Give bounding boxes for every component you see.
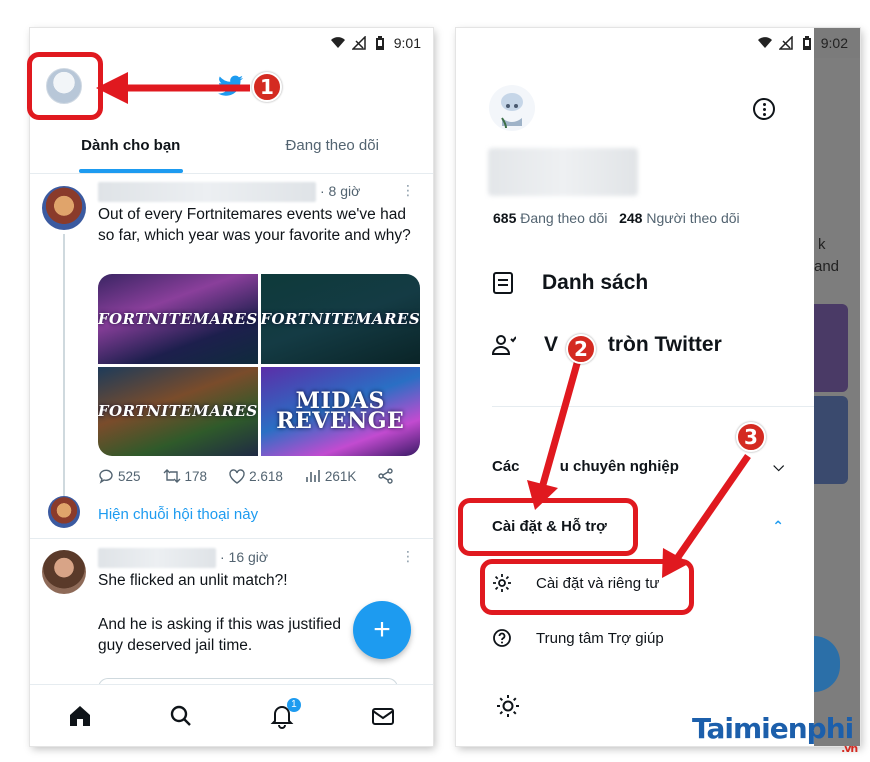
reply-button[interactable]: 525 (98, 468, 141, 484)
behind-image (814, 396, 848, 484)
tweet-time: · 16 giờ (220, 549, 269, 565)
chevron-up-icon: ⌃ (772, 518, 784, 534)
section-professional-tools[interactable]: Các u chuyên nghiệp ⌵ (492, 458, 784, 475)
behind-text: k (818, 236, 826, 253)
divider (492, 406, 814, 407)
no-signal-icon (351, 36, 366, 50)
thread-line (63, 234, 65, 496)
no-signal-icon (778, 36, 793, 50)
tab-for-you[interactable]: Dành cho bạn (30, 118, 232, 173)
reply-count: 525 (118, 468, 141, 484)
divider (30, 538, 433, 539)
tweet-more-icon[interactable]: ⋮ (401, 548, 415, 565)
tab-following[interactable]: Đang theo dõi (232, 118, 434, 173)
menu-item-lists[interactable]: Danh sách (492, 271, 648, 295)
following-label[interactable]: Đang theo dõi (520, 210, 607, 226)
show-thread-link[interactable]: Hiện chuỗi hội thoại này (98, 506, 258, 523)
wifi-icon (757, 37, 772, 48)
step-badge-1: 1 (252, 72, 282, 102)
tweet-text-line: She flicked an unlit match?! (98, 572, 288, 589)
retweet-button[interactable]: 178 (163, 468, 208, 484)
behind-image (814, 304, 848, 392)
tweet-more-icon[interactable]: ⋮ (401, 182, 415, 199)
phone-screen-drawer: k and 9:02 685 Đang theo dõi 248 Người t… (456, 28, 860, 746)
media-image[interactable]: FORTNITEMARES (98, 274, 258, 364)
people-icon (492, 335, 516, 355)
messages-icon[interactable] (370, 703, 396, 729)
retweet-count: 178 (184, 468, 208, 484)
highlight-settings-privacy (480, 559, 694, 615)
help-icon (493, 629, 511, 647)
chevron-down-icon: ⌵ (773, 458, 784, 474)
more-options-icon[interactable] (753, 98, 775, 120)
tweet-time: · 8 giờ (320, 183, 361, 199)
notifications-button[interactable]: 1 (269, 697, 301, 729)
behind-text: and (814, 258, 840, 275)
tweet-author-avatar[interactable] (42, 186, 86, 230)
highlight-settings-support (458, 498, 638, 556)
twitter-bird-icon (218, 75, 243, 96)
status-time: 9:01 (393, 35, 421, 51)
timeline-behind-overlay: k and (814, 58, 860, 746)
views-icon (306, 470, 320, 482)
tweet-actions: 525 178 2.618 261K (98, 468, 419, 484)
author-name-blurred (98, 548, 216, 568)
side-drawer: 9:02 685 Đang theo dõi 248 Người theo dõ… (456, 28, 848, 746)
highlight-avatar (27, 52, 103, 120)
wifi-icon (330, 37, 345, 48)
phone-screen-home: 9:01 Dành cho bạn Đang theo dõi · 8 giờ … (30, 28, 433, 746)
views-button[interactable]: 261K (305, 468, 357, 484)
menu-item-label: Danh sách (542, 271, 649, 294)
followers-count[interactable]: 248 (619, 210, 642, 226)
heart-icon (229, 468, 245, 484)
retweet-icon (163, 469, 181, 483)
media-image[interactable]: FORTNITEMARES (260, 274, 420, 364)
profile-name-blurred (488, 148, 638, 196)
status-time: 9:02 (820, 35, 848, 51)
sub-item-label: Trung tâm Trợ giúp (536, 629, 664, 647)
like-button[interactable]: 2.618 (229, 469, 283, 484)
author-name-blurred (98, 182, 316, 202)
section-label: Các u chuyên nghiệp (492, 458, 679, 475)
home-icon[interactable] (67, 703, 93, 729)
tweet-author-avatar[interactable] (42, 550, 86, 594)
tweet-card[interactable]: · 8 giờ ⋮ Out of every Fortnitemares eve… (30, 174, 433, 544)
step-badge-3: 3 (736, 422, 766, 452)
reply-icon (99, 469, 113, 484)
timeline-tabs: Dành cho bạn Đang theo dõi (30, 118, 433, 174)
notification-badge: 1 (286, 697, 301, 712)
profile-avatar[interactable] (488, 84, 536, 132)
display-brightness-icon[interactable] (496, 694, 520, 718)
status-bar: 9:02 (456, 28, 860, 58)
following-count[interactable]: 685 (493, 210, 516, 226)
follow-stats: 685 Đang theo dõi 248 Người theo dõi (493, 210, 740, 226)
media-image[interactable]: FORTNITEMARES (98, 366, 258, 456)
like-count: 2.618 (249, 468, 283, 484)
share-icon[interactable] (378, 468, 394, 484)
behind-fab (814, 636, 840, 692)
media-image[interactable]: MIDAS REVENGE (260, 366, 420, 456)
tweet-media-grid[interactable]: FORTNITEMARES FORTNITEMARES FORTNITEMARE… (98, 274, 420, 456)
list-icon (493, 272, 513, 294)
thread-avatar (48, 496, 80, 528)
step-badge-2: 2 (566, 334, 596, 364)
bottom-navigation: 1 (30, 684, 433, 746)
battery-icon (802, 36, 811, 50)
search-icon[interactable] (168, 703, 194, 729)
help-center-item[interactable]: Trung tâm Trợ giúp (492, 628, 664, 648)
watermark-logo: Taimienphi .vn (692, 712, 858, 755)
tweet-text: Out of every Fortnitemares events we've … (98, 206, 411, 244)
battery-icon (375, 36, 384, 50)
compose-tweet-button[interactable]: + (353, 601, 411, 659)
followers-label[interactable]: Người theo dõi (646, 210, 739, 226)
menu-item-twitter-circle[interactable]: V tròn Twitter (492, 333, 722, 357)
views-count: 261K (324, 468, 357, 484)
